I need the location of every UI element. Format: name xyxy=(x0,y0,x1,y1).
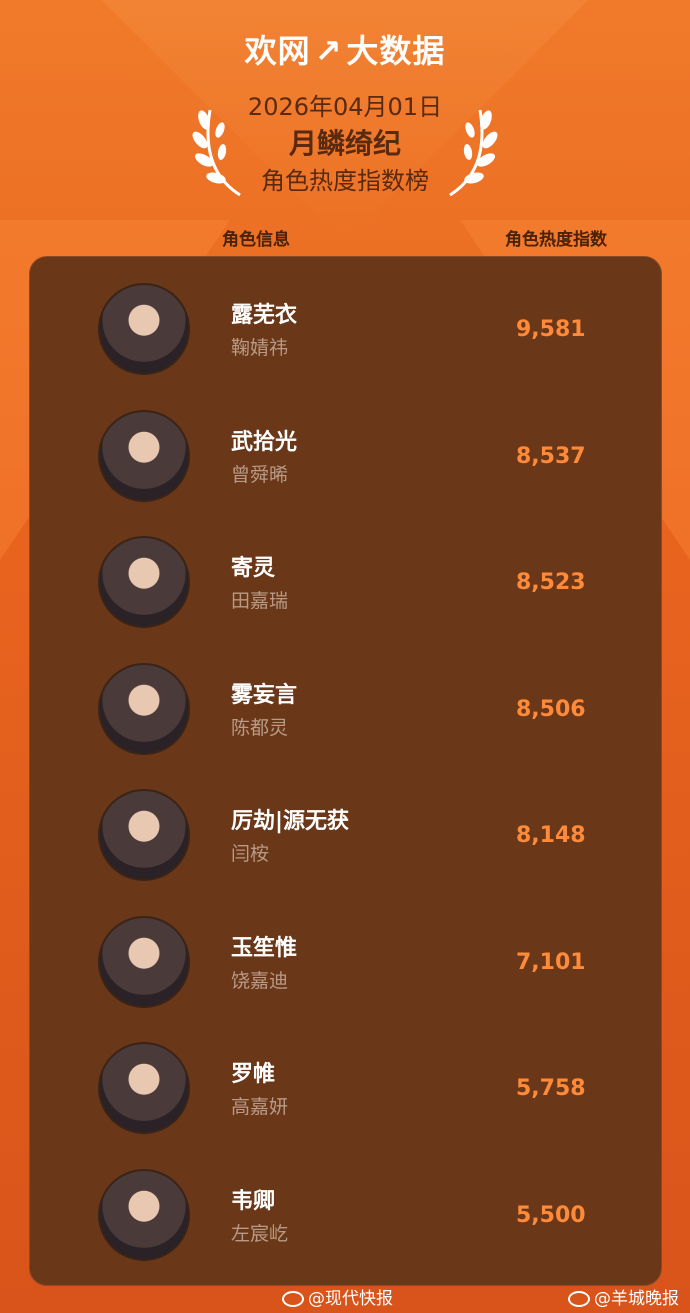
avatar xyxy=(98,409,190,502)
heat-index: 9,581 xyxy=(516,317,586,342)
actor-name: 鞠婧祎 xyxy=(231,337,289,359)
heat-index: 8,537 xyxy=(516,443,586,469)
actor-name: 陈都灵 xyxy=(231,716,289,739)
actor-name: 曾舜晞 xyxy=(231,463,289,486)
column-header-info: 角色信息 xyxy=(222,230,290,250)
character-name: 韦卿 xyxy=(231,1188,276,1214)
list-item[interactable]: 寄灵田嘉瑞 8,523 xyxy=(30,510,661,636)
character-name: 寄灵 xyxy=(231,556,276,581)
list-item[interactable]: 韦卿左宸屹 5,500 xyxy=(30,1143,661,1269)
watermark-left-text: @现代快报 xyxy=(308,1289,393,1309)
character-name: 露芜衣 xyxy=(231,303,298,328)
watermark-left: @现代快报 xyxy=(282,1284,393,1309)
list-item[interactable]: 玉笙惟饶嘉迪 7,101 xyxy=(30,890,661,1016)
actor-name: 田嘉瑞 xyxy=(231,590,289,612)
avatar xyxy=(98,1042,190,1134)
character-name: 罗帷 xyxy=(231,1062,276,1087)
avatar xyxy=(98,915,190,1008)
watermark-right: @羊城晚报 xyxy=(568,1284,679,1309)
heat-index: 5,758 xyxy=(516,1076,586,1101)
column-header-index: 角色热度指数 xyxy=(505,230,607,250)
avatar xyxy=(98,536,190,628)
logo-text-right: 大数据 xyxy=(346,32,446,70)
heat-index: 8,148 xyxy=(516,823,586,848)
list-item[interactable]: 罗帷高嘉妍 5,758 xyxy=(30,1016,661,1142)
avatar xyxy=(98,1168,190,1261)
heat-index: 8,523 xyxy=(516,570,586,595)
ranking-subtitle: 角色热度指数榜 xyxy=(261,167,429,195)
list-item[interactable]: 露芜衣鞠婧祎 9,581 xyxy=(30,257,661,383)
character-name: 玉笙惟 xyxy=(231,935,298,961)
heat-index: 8,506 xyxy=(516,696,586,722)
ranking-list: 露芜衣鞠婧祎 9,581 武拾光曾舜晞 8,537 寄灵田嘉瑞 8,523 雾妄言陈都灵 8,… xyxy=(29,256,662,1286)
avatar xyxy=(98,789,190,881)
list-item[interactable]: 雾妄言陈都灵 8,506 xyxy=(30,637,661,763)
actor-name: 饶嘉迪 xyxy=(231,969,289,992)
logo-mark-icon: ↗ xyxy=(314,32,343,70)
character-name: 厉劫|源无获 xyxy=(231,809,350,834)
list-item[interactable]: 武拾光曾舜晞 8,537 xyxy=(30,384,661,510)
actor-name: 闫桉 xyxy=(231,843,270,865)
avatar xyxy=(98,283,190,375)
character-name: 雾妄言 xyxy=(231,682,298,708)
actor-name: 左宸屹 xyxy=(231,1222,289,1245)
show-title: 月鳞绮纪 xyxy=(288,127,401,160)
weibo-icon xyxy=(282,1291,304,1307)
brand-logo: 欢网 ↗ 大数据 xyxy=(0,26,690,72)
weibo-icon xyxy=(568,1291,590,1307)
list-item[interactable]: 厉劫|源无获 闫桉 8,148 xyxy=(30,763,661,889)
logo-text-left: 欢网 xyxy=(244,32,311,70)
ranking-date: 2026年04月01日 xyxy=(247,93,443,121)
character-name: 武拾光 xyxy=(231,429,298,455)
actor-name: 高嘉妍 xyxy=(231,1096,289,1118)
heat-index: 5,500 xyxy=(516,1202,586,1228)
avatar xyxy=(98,662,190,755)
watermark-right-text: @羊城晚报 xyxy=(594,1289,679,1309)
page-header: 2026年04月01日 月鳞绮纪 角色热度指数榜 xyxy=(0,92,690,196)
heat-index: 7,101 xyxy=(516,949,586,975)
